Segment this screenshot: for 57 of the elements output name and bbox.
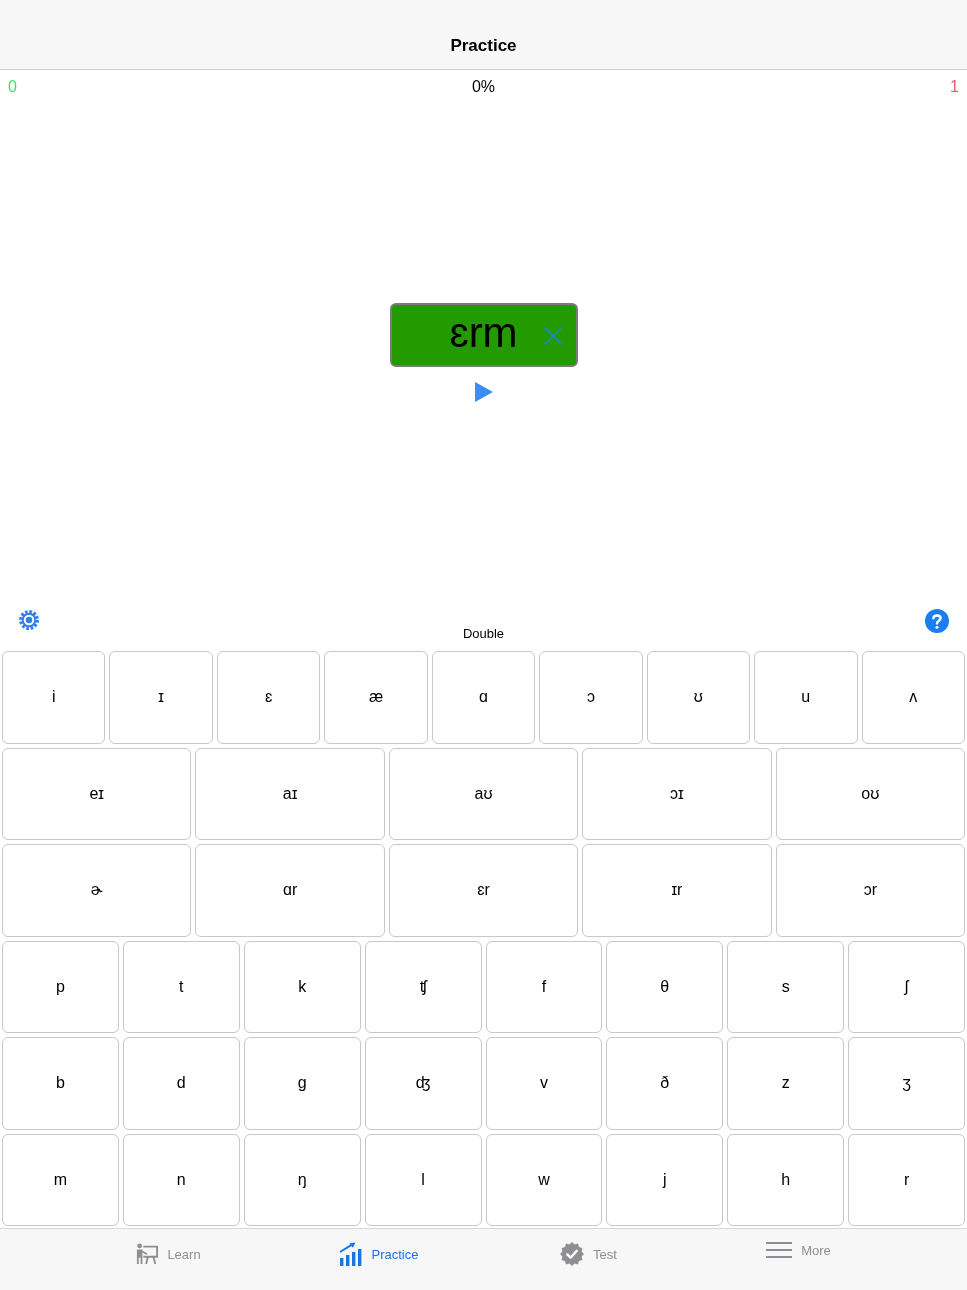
key-button[interactable]: j bbox=[606, 1133, 724, 1226]
check-badge-icon bbox=[560, 1242, 585, 1266]
key-button[interactable]: s bbox=[727, 940, 845, 1033]
key-button[interactable]: ɪ bbox=[109, 651, 213, 744]
settings-icon[interactable] bbox=[19, 610, 39, 630]
keyboard-mode-label: Double bbox=[462, 624, 505, 641]
progress-percent: 0% bbox=[471, 78, 496, 96]
key-button[interactable]: n bbox=[122, 1133, 240, 1226]
key-button[interactable]: ʌ bbox=[861, 651, 965, 744]
key-button[interactable]: z bbox=[727, 1037, 845, 1130]
key-button[interactable]: ɔr bbox=[775, 844, 966, 937]
key-button[interactable]: æ bbox=[324, 651, 428, 744]
key-button[interactable]: t bbox=[122, 940, 240, 1033]
key-button[interactable]: eɪ bbox=[2, 747, 192, 840]
key-button[interactable]: d bbox=[122, 1037, 240, 1130]
bar-chart-icon bbox=[338, 1242, 363, 1266]
key-button[interactable]: g bbox=[243, 1037, 361, 1130]
presenter-icon bbox=[136, 1242, 159, 1266]
key-button[interactable]: i bbox=[2, 651, 106, 744]
key-button[interactable]: p bbox=[2, 940, 119, 1033]
tab-item[interactable]: Practice bbox=[338, 1242, 419, 1266]
menu-icon bbox=[766, 1242, 793, 1258]
key-button[interactable]: ʃ bbox=[848, 940, 965, 1033]
key-button[interactable]: l bbox=[364, 1133, 482, 1226]
key-button[interactable]: ʤ bbox=[364, 1037, 482, 1130]
key-button[interactable]: ɑr bbox=[195, 844, 385, 937]
key-button[interactable]: h bbox=[727, 1133, 845, 1226]
key-button[interactable]: b bbox=[2, 1037, 119, 1130]
key-button[interactable]: ɛr bbox=[388, 844, 579, 937]
key-button[interactable]: ɚ bbox=[2, 844, 192, 937]
key-button[interactable]: ɛ bbox=[216, 651, 321, 744]
key-button[interactable]: aʊ bbox=[388, 747, 579, 840]
key-button[interactable]: ʒ bbox=[848, 1037, 965, 1130]
incorrect-count: 1 bbox=[950, 78, 959, 96]
help-icon[interactable] bbox=[925, 609, 949, 633]
key-button[interactable]: ʧ bbox=[364, 940, 482, 1033]
key-button[interactable]: r bbox=[848, 1133, 965, 1226]
key-button[interactable]: u bbox=[754, 651, 858, 744]
key-button[interactable]: k bbox=[243, 940, 361, 1033]
key-button[interactable]: w bbox=[485, 1133, 603, 1226]
answer-text: ɛrm bbox=[449, 312, 518, 358]
key-button[interactable]: v bbox=[485, 1037, 603, 1130]
key-button[interactable]: ɪr bbox=[582, 844, 772, 937]
key-button[interactable]: ɑ bbox=[431, 651, 536, 744]
key-button[interactable]: oʊ bbox=[775, 747, 966, 840]
key-button[interactable]: ɔɪ bbox=[582, 747, 772, 840]
play-icon[interactable] bbox=[474, 382, 493, 402]
key-button[interactable]: ɔ bbox=[539, 651, 643, 744]
key-button[interactable]: ð bbox=[606, 1037, 724, 1130]
key-button[interactable]: aɪ bbox=[195, 747, 385, 840]
key-button[interactable]: f bbox=[485, 940, 603, 1033]
key-button[interactable]: ŋ bbox=[243, 1133, 361, 1226]
screen-title: Practice bbox=[450, 36, 517, 56]
correct-count: 0 bbox=[8, 78, 17, 96]
key-button[interactable]: ʊ bbox=[646, 651, 751, 744]
key-button[interactable]: m bbox=[2, 1133, 119, 1226]
key-button[interactable]: θ bbox=[606, 940, 724, 1033]
